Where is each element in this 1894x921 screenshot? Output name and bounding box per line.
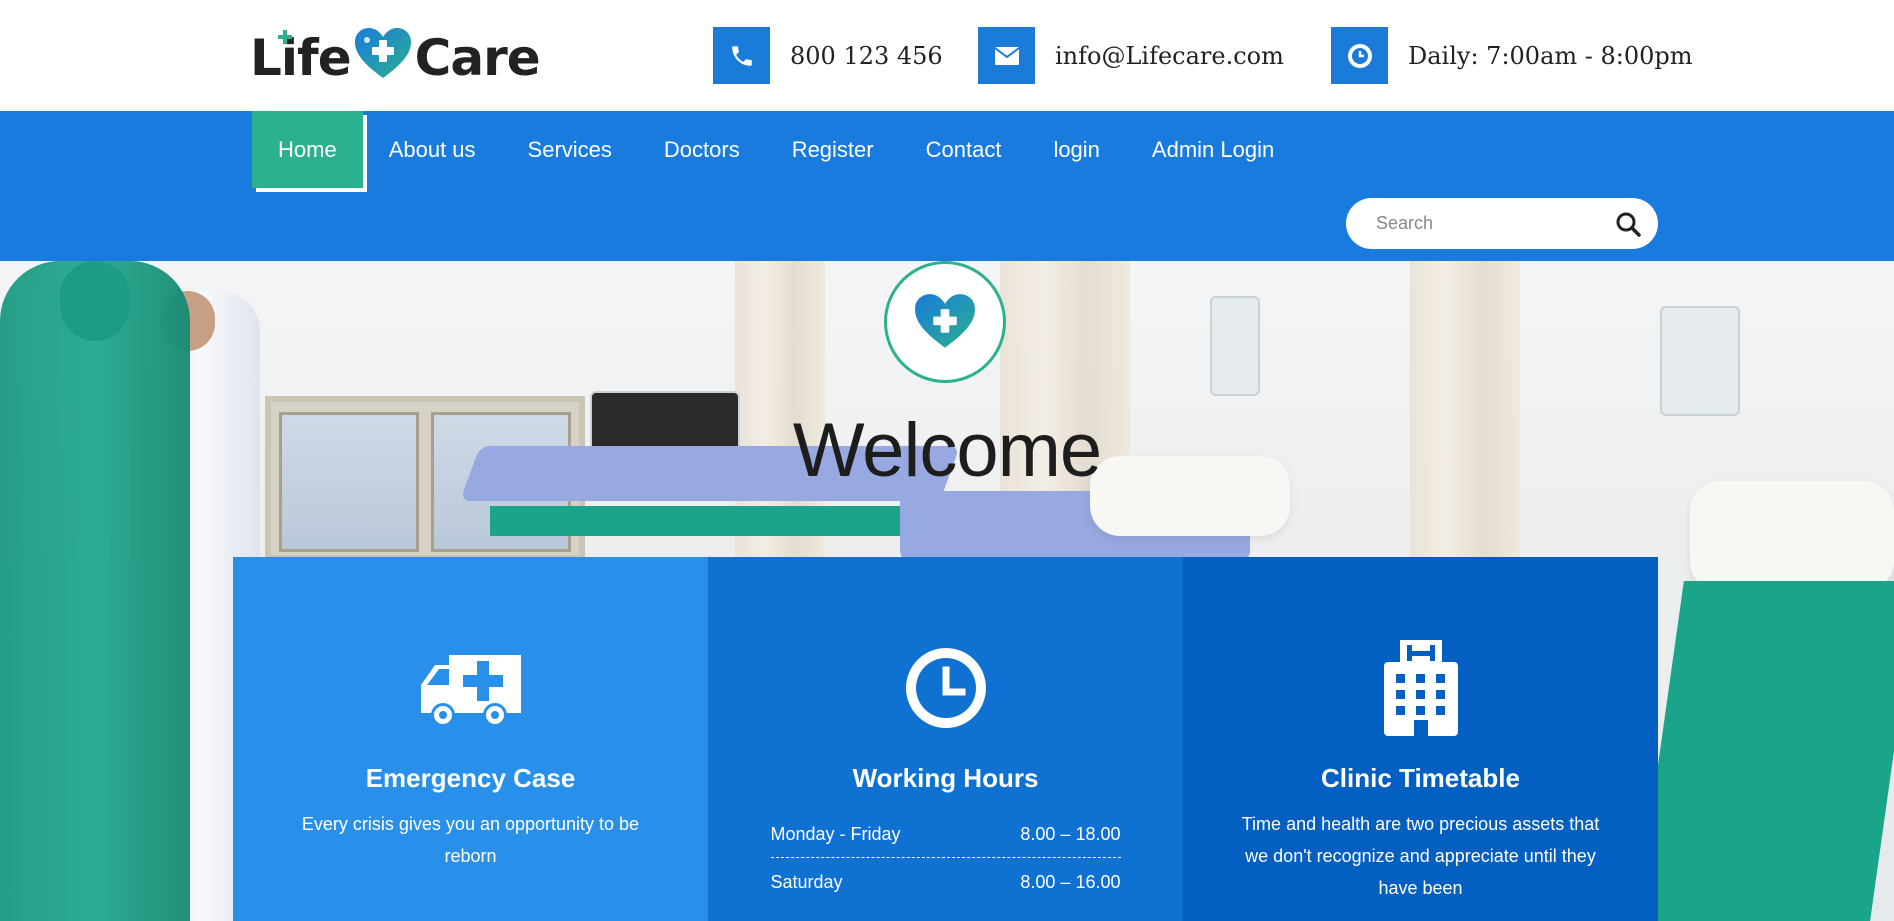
- contact-phone[interactable]: 800 123 456: [713, 27, 943, 84]
- hours-days: Monday - Friday: [770, 824, 901, 844]
- feature-title: Clinic Timetable: [1321, 763, 1520, 793]
- feature-clinic-timetable: Clinic Timetable Time and health are two…: [1183, 557, 1658, 921]
- search-box: [1346, 198, 1658, 249]
- nav-menu: Home About us Services Doctors Register …: [252, 111, 1300, 188]
- opening-hours: Daily: 7:00am - 8:00pm: [1408, 41, 1693, 70]
- phone-number: 800 123 456: [790, 41, 943, 70]
- hours-days: Saturday: [770, 872, 843, 892]
- feature-boxes: Emergency Case Every crisis gives you an…: [233, 557, 1658, 921]
- clock-icon: [904, 643, 988, 733]
- clock-icon: [1331, 27, 1388, 84]
- nav-item-services[interactable]: Services: [502, 111, 638, 188]
- pillow: [1690, 481, 1894, 591]
- contact-hours: Daily: 7:00am - 8:00pm: [1331, 27, 1693, 84]
- bed-sheet: [490, 506, 930, 536]
- ambulance-icon: [420, 643, 521, 733]
- logo-heart-icon: [354, 28, 411, 78]
- nav-item-contact[interactable]: Contact: [900, 111, 1028, 188]
- hero-title: Welcome: [792, 408, 1102, 493]
- hours-time: 8.00 – 18.00: [1020, 824, 1121, 844]
- wall-equipment: [1210, 296, 1260, 396]
- phone-icon: [713, 27, 770, 84]
- nav-item-admin-login[interactable]: Admin Login: [1126, 111, 1300, 188]
- hours-row: Monday - Friday 8.00 – 18.00: [771, 824, 1121, 857]
- feature-text: Every crisis gives you an opportunity to…: [301, 814, 640, 866]
- main-navbar: Home About us Services Doctors Register …: [0, 111, 1894, 261]
- feature-working-hours: Working Hours Monday - Friday 8.00 – 18.…: [708, 557, 1183, 921]
- hero-section: Welcome Emergency Case Every crisis give…: [0, 261, 1894, 921]
- bed-sheet: [1636, 581, 1894, 921]
- logo-small-cross-icon: [278, 30, 292, 44]
- feature-text: Time and health are two precious assets …: [1241, 814, 1600, 898]
- nav-item-doctors[interactable]: Doctors: [638, 111, 766, 188]
- top-bar: Life Care 800 123 456 info@Lifecare.com …: [0, 0, 1894, 111]
- logo-text-care: Care: [414, 29, 541, 87]
- logo-text-life: Life: [250, 29, 352, 87]
- surgeon-figure: [0, 261, 190, 921]
- nav-item-register[interactable]: Register: [766, 111, 900, 188]
- feature-title: Emergency Case: [365, 763, 576, 793]
- search-input[interactable]: [1376, 213, 1596, 234]
- hospital-icon: [1382, 640, 1460, 736]
- nav-item-home[interactable]: Home: [252, 111, 363, 188]
- feature-title: Working Hours: [852, 763, 1039, 793]
- wall-equipment: [1660, 306, 1740, 416]
- logo[interactable]: Life Care: [250, 28, 541, 88]
- hours-time: 8.00 – 16.00: [1020, 872, 1121, 892]
- hours-row: Saturday 8.00 – 16.00: [770, 857, 1121, 905]
- heart-badge: [884, 261, 1006, 383]
- heart-cross-icon: [915, 294, 975, 348]
- hours-table: Monday - Friday 8.00 – 18.00 Saturday 8.…: [770, 824, 1121, 905]
- contact-email[interactable]: info@Lifecare.com: [978, 27, 1284, 84]
- feature-emergency-case: Emergency Case Every crisis gives you an…: [233, 557, 708, 921]
- nav-item-about-us[interactable]: About us: [363, 111, 502, 188]
- nav-item-login[interactable]: login: [1027, 111, 1125, 188]
- surgeon-head: [60, 261, 130, 341]
- search-icon[interactable]: [1614, 210, 1642, 238]
- email-address: info@Lifecare.com: [1055, 41, 1284, 70]
- envelope-icon: [978, 27, 1035, 84]
